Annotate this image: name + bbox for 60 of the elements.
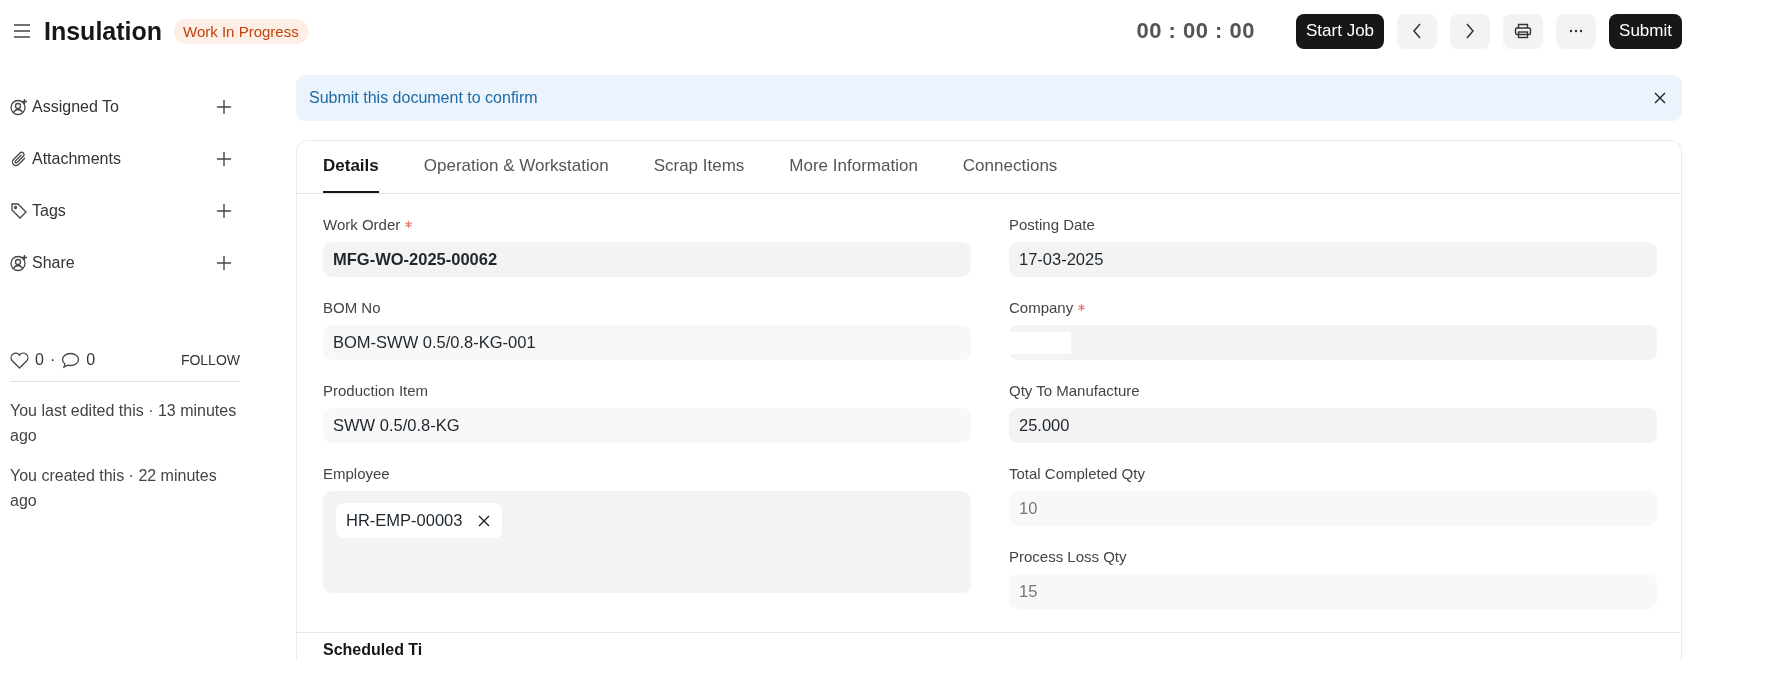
- field-label: Company: [1009, 298, 1074, 316]
- alert-message: Submit this document to confirm: [309, 89, 538, 107]
- submit-button[interactable]: Submit: [1609, 13, 1682, 49]
- form-tab[interactable]: More Information: [789, 141, 918, 193]
- form-tab[interactable]: Connections: [962, 141, 1058, 193]
- paperclip-icon: [10, 150, 28, 168]
- field-label: Work Order: [323, 215, 401, 233]
- add-icon[interactable]: [216, 203, 232, 219]
- activity-text: You last edited this · 13 minutes ago: [10, 401, 238, 446]
- separator-dot: ·: [49, 351, 56, 369]
- read-only-field: 10: [1009, 491, 1657, 526]
- input-field[interactable]: MFG-WO-2025-00062: [323, 242, 971, 277]
- sidebar-item[interactable]: Attachments: [32, 150, 216, 168]
- read-only-field: BOM-SWW 0.5/0.8-KG-001: [323, 325, 971, 360]
- input-field[interactable]: 17-03-2025: [1009, 242, 1657, 277]
- activity-text: You created this · 22 minutes ago: [10, 466, 218, 511]
- field-label: Qty To Manufacture: [1009, 381, 1140, 399]
- close-icon[interactable]: [478, 514, 491, 527]
- status-badge: Work In Progress: [174, 18, 308, 44]
- heart-icon[interactable]: [10, 351, 29, 369]
- printer-icon: [1514, 23, 1533, 39]
- field-label: BOM No: [323, 298, 381, 316]
- sidebar-item[interactable]: Assigned To: [32, 98, 216, 116]
- page-title: Insulation: [44, 16, 163, 46]
- add-icon[interactable]: [216, 151, 232, 167]
- sidebar-item[interactable]: Tags: [32, 202, 216, 220]
- menu-icon[interactable]: [13, 24, 31, 38]
- user-plus-icon: [10, 254, 28, 272]
- print-button[interactable]: [1503, 13, 1544, 49]
- required-asterisk-icon: [405, 220, 413, 228]
- follow-link[interactable]: FOLLOW: [180, 352, 240, 368]
- form-tab[interactable]: Operation & Workstation: [423, 141, 609, 193]
- user-plus-icon: [10, 98, 28, 116]
- section-heading: Scheduled Ti: [322, 640, 424, 660]
- input-field[interactable]: 25.000: [1009, 408, 1657, 443]
- like-count: 0: [35, 351, 44, 369]
- read-only-field: SWW 0.5/0.8-KG: [323, 408, 971, 443]
- field-label: Employee: [323, 464, 390, 482]
- ellipsis-icon: [1569, 29, 1584, 33]
- field-label: Total Completed Qty: [1009, 464, 1145, 482]
- read-only-field: 15: [1009, 574, 1657, 609]
- field-label: Posting Date: [1009, 215, 1095, 233]
- comment-count: 0: [86, 351, 96, 369]
- required-asterisk-icon: [1078, 303, 1086, 311]
- comment-icon[interactable]: [61, 351, 81, 369]
- form-tab[interactable]: Scrap Items: [653, 141, 745, 193]
- start-job-button[interactable]: Start Job: [1296, 13, 1385, 49]
- tag-icon: [10, 202, 28, 220]
- field-label: Production Item: [323, 381, 429, 399]
- employee-chip[interactable]: HR-EMP-00003: [336, 503, 503, 538]
- chevron-left-icon: [1412, 23, 1423, 39]
- add-icon[interactable]: [216, 99, 232, 115]
- chevron-right-icon: [1465, 23, 1476, 39]
- multiselect-field[interactable]: HR-EMP-00003: [323, 491, 971, 593]
- sidebar-item[interactable]: Share: [32, 254, 216, 272]
- field-label: Process Loss Qty: [1009, 547, 1127, 565]
- form-tab[interactable]: Details: [323, 141, 379, 193]
- job-timer: 00 : 00 : 00: [1136, 18, 1256, 44]
- close-icon[interactable]: [1654, 92, 1666, 104]
- add-icon[interactable]: [216, 255, 232, 271]
